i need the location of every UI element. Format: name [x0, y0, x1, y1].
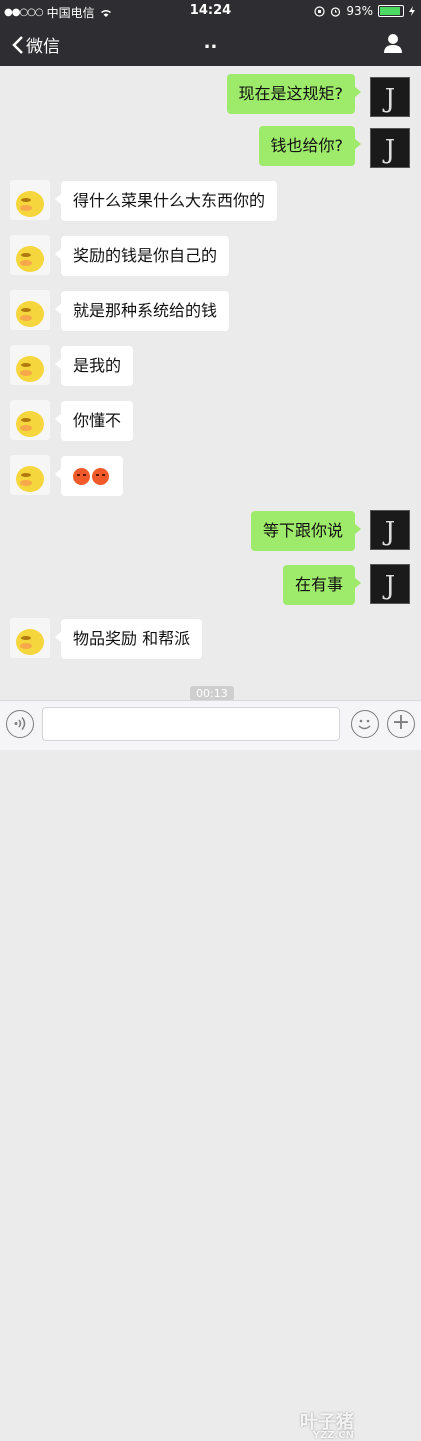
- voice-icon: [14, 717, 26, 730]
- smiley-icon: [358, 719, 371, 730]
- avatar[interactable]: [10, 618, 50, 658]
- chat-title: ..: [203, 32, 218, 53]
- svg-text:J: J: [382, 571, 395, 601]
- rotation-lock-icon: [314, 5, 325, 17]
- avatar[interactable]: [10, 455, 50, 495]
- svg-text:J: J: [382, 517, 395, 547]
- avatar[interactable]: [10, 400, 50, 440]
- message-bubble[interactable]: 奖励的钱是你自己的: [54, 236, 230, 276]
- input-bar: + 叶子猪 YZZ.CN: [0, 700, 421, 1441]
- message-bubble[interactable]: 现在是这规矩?: [226, 74, 361, 114]
- message-bubble[interactable]: 得什么菜果什么大东西你的: [54, 181, 278, 221]
- message-bubble[interactable]: 物品奖励 和帮派: [54, 619, 203, 659]
- charging-icon: [409, 6, 415, 16]
- avatar[interactable]: [10, 290, 50, 330]
- message-bubble[interactable]: 在有事: [282, 565, 362, 605]
- message-bubble[interactable]: 你懂不: [54, 401, 134, 441]
- avatar[interactable]: [10, 345, 50, 385]
- avatar[interactable]: J: [370, 128, 410, 168]
- plus-icon: +: [391, 710, 411, 735]
- avatar[interactable]: [10, 235, 50, 275]
- timestamp: 00:13: [190, 686, 234, 701]
- nav-bar: 微信 ..: [0, 22, 421, 66]
- avatar[interactable]: J: [370, 564, 410, 604]
- emoji-button[interactable]: [351, 710, 379, 738]
- message-bubble[interactable]: 就是那种系统给的钱: [54, 291, 230, 331]
- message-bubble[interactable]: 等下跟你说: [250, 511, 362, 551]
- message-bubble[interactable]: 钱也给你?: [258, 126, 361, 166]
- svg-text:J: J: [382, 135, 395, 165]
- battery-percent: 93%: [346, 4, 373, 18]
- person-icon[interactable]: [383, 33, 403, 53]
- angry-face-emoji: [92, 468, 109, 485]
- voice-button[interactable]: [6, 710, 34, 738]
- message-input[interactable]: [42, 707, 340, 741]
- avatar[interactable]: J: [370, 510, 410, 550]
- message-bubble[interactable]: 是我的: [54, 346, 134, 386]
- angry-face-emoji: [73, 468, 90, 485]
- status-bar: ●●○○○ 中国电信 14:24 93%: [0, 0, 421, 22]
- plus-button[interactable]: +: [387, 710, 415, 738]
- svg-text:J: J: [382, 84, 395, 114]
- message-bubble[interactable]: [55, 456, 123, 496]
- chat-area[interactable]: 现在是这规矩? J 钱也给你? J 得什么菜果什么大东西你的 奖励的钱是你自己的…: [0, 66, 421, 701]
- alarm-icon: [331, 6, 341, 17]
- avatar[interactable]: J: [370, 77, 410, 117]
- watermark: 叶子猪 YZZ.CN: [300, 1408, 354, 1441]
- avatar[interactable]: [10, 180, 50, 220]
- battery-icon: [378, 5, 404, 17]
